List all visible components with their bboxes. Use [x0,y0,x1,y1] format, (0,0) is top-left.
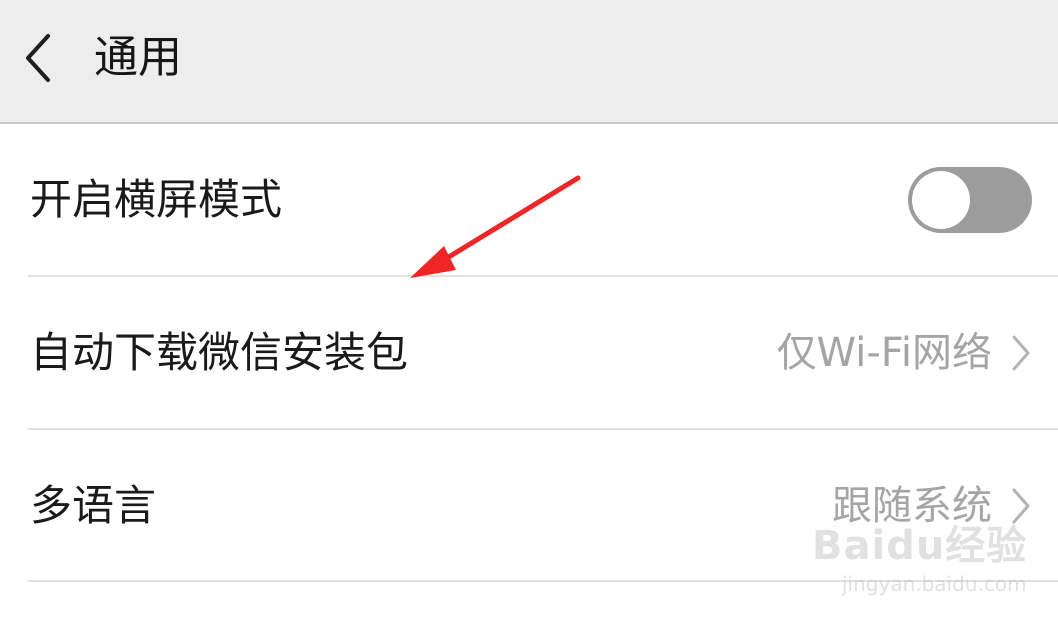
landscape-mode-row[interactable]: 开启横屏模式 [0,124,1058,276]
language-value: 跟随系统 [832,483,992,529]
back-button[interactable] [14,26,64,90]
page-title: 通用 [94,32,182,83]
chevron-right-icon [1010,333,1032,373]
chevron-right-icon [1010,486,1032,526]
header-bar: 通用 [0,0,1058,124]
toggle-knob [912,171,970,229]
landscape-mode-toggle[interactable] [908,167,1032,233]
language-label: 多语言 [30,481,157,530]
landscape-mode-label: 开启横屏模式 [30,175,283,224]
auto-download-row[interactable]: 自动下载微信安装包 仅Wi-Fi网络 [0,277,1058,429]
auto-download-value: 仅Wi-Fi网络 [776,330,992,376]
chevron-left-icon [26,34,50,82]
divider [28,580,1058,582]
language-row[interactable]: 多语言 跟随系统 [0,430,1058,582]
auto-download-label: 自动下载微信安装包 [30,328,409,377]
